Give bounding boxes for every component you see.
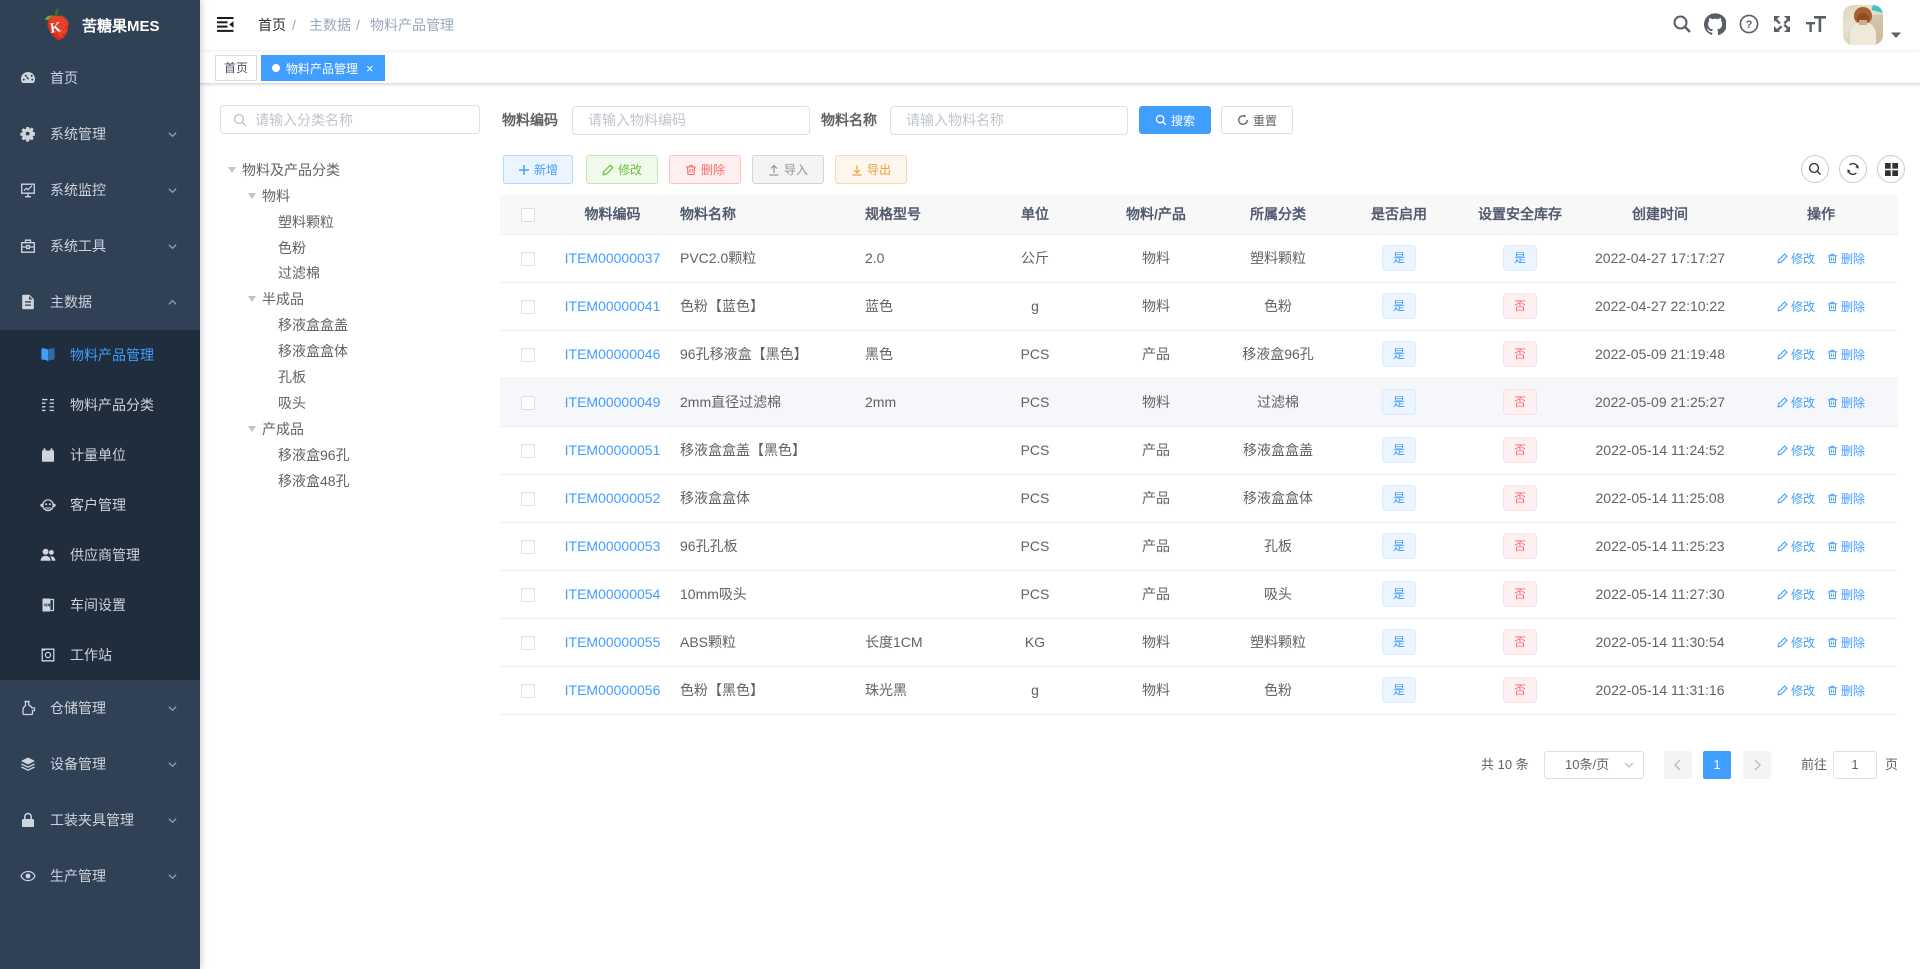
svg-text:?: ? <box>1746 19 1753 31</box>
svg-text:K: K <box>49 20 62 36</box>
svg-text:app: app <box>44 602 52 607</box>
